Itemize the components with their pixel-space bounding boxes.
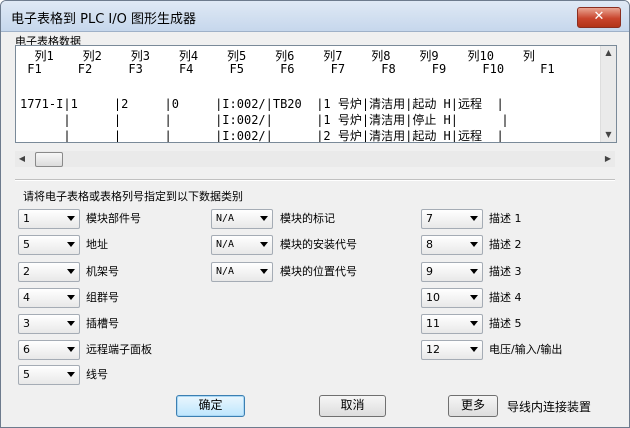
chevron-down-icon [470,242,478,247]
module-tag-label: 模块的标记 [280,212,335,225]
select-value: 5 [23,368,30,381]
select-value: 4 [23,291,30,304]
close-icon: ✕ [593,9,605,24]
spreadsheet-data-box[interactable]: 列1 列2 列3 列4 列5 列6 列7 列8 列9 列10 列 F1 F2 F… [15,45,617,143]
select-value: 6 [23,343,30,356]
description-2-label: 描述 2 [489,238,522,251]
remote-terminal-panel-select[interactable]: 6 [18,340,80,360]
chevron-down-icon [470,295,478,300]
select-value: 1 [23,212,30,225]
select-value: 11 [426,317,440,330]
description-1-select[interactable]: 7 [421,209,483,229]
slot-number-select[interactable]: 3 [18,314,80,334]
module-location-code-select[interactable]: N/A [211,262,273,282]
group-number-select[interactable]: 4 [18,288,80,308]
window-title: 电子表格到 PLC I/O 图形生成器 [11,12,197,27]
chevron-down-icon [470,216,478,221]
select-value: 12 [426,343,440,356]
scroll-right-icon[interactable]: ▶ [601,151,615,167]
ok-button[interactable]: 确定 [176,395,245,417]
module-install-code-select[interactable]: N/A [211,235,273,255]
wire-number-select[interactable]: 5 [18,365,80,385]
footer-label: 导线内连接装置 [507,400,592,414]
chevron-down-icon [67,295,75,300]
description-2-select[interactable]: 8 [421,235,483,255]
select-value: N/A [216,266,235,277]
cancel-button[interactable]: 取消 [319,395,386,417]
address-label: 地址 [86,238,108,251]
module-part-number-label: 模块部件号 [86,212,141,225]
description-3-label: 描述 3 [489,265,522,278]
chevron-down-icon [470,321,478,326]
chevron-down-icon [67,242,75,247]
group-number-label: 组群号 [86,291,119,304]
select-value: N/A [216,213,235,224]
rack-number-select[interactable]: 2 [18,262,80,282]
module-location-code-label: 模块的位置代号 [280,265,357,278]
chevron-down-icon [470,347,478,352]
description-4-label: 描述 4 [489,291,522,304]
scroll-down-icon[interactable]: ▼ [601,128,616,142]
more-button[interactable]: 更多 [448,395,498,417]
address-select[interactable]: 5 [18,235,80,255]
description-1-label: 描述 1 [489,212,522,225]
remote-terminal-panel-label: 远程端子面板 [86,343,152,356]
slot-number-label: 插槽号 [86,317,119,330]
title-bar[interactable]: 电子表格到 PLC I/O 图形生成器 ✕ [1,1,629,32]
scroll-up-icon[interactable]: ▲ [601,46,616,60]
close-button[interactable]: ✕ [577,7,621,28]
select-value: N/A [216,239,235,250]
chevron-down-icon [260,269,268,274]
chevron-down-icon [260,216,268,221]
description-5-label: 描述 5 [489,317,522,330]
grid-line: 1771-I|1 |2 |0 |I:002/|TB20 |1 号炉|清洁用|起动… [20,97,504,111]
description-3-select[interactable]: 9 [421,262,483,282]
description-4-select[interactable]: 10 [421,288,483,308]
chevron-down-icon [67,216,75,221]
grid-line: F1 F2 F3 F4 F5 F6 F7 F8 F9 F10 F1 [20,62,555,76]
grid-line: | | | |I:002/| |2 号炉|清洁用|起动 H|远程 | [20,129,504,143]
select-value: 10 [426,291,440,304]
grid-line: | | | |I:002/| |1 号炉|清洁用|停止 H| | [20,113,509,127]
chevron-down-icon [67,269,75,274]
module-part-number-select[interactable]: 1 [18,209,80,229]
chevron-down-icon [67,347,75,352]
select-value: 5 [23,238,30,251]
select-value: 8 [426,238,433,251]
select-value: 7 [426,212,433,225]
select-value: 9 [426,265,433,278]
voltage-io-select[interactable]: 12 [421,340,483,360]
chevron-down-icon [260,242,268,247]
horizontal-scroll-thumb[interactable] [35,152,63,167]
dialog-window: 电子表格到 PLC I/O 图形生成器 ✕ 电子表格数据 列1 列2 列3 列4… [0,0,630,428]
vertical-scrollbar[interactable]: ▲ ▼ [600,46,616,142]
separator [15,179,615,181]
description-5-select[interactable]: 11 [421,314,483,334]
module-tag-select[interactable]: N/A [211,209,273,229]
chevron-down-icon [67,372,75,377]
section-label: 请将电子表格或表格列号指定到以下数据类别 [21,188,245,204]
voltage-io-label: 电压/输入/输出 [489,343,563,356]
chevron-down-icon [470,269,478,274]
chevron-down-icon [67,321,75,326]
wire-number-label: 线号 [86,368,108,381]
horizontal-scrollbar[interactable]: ◀ ▶ [15,151,615,167]
scroll-left-icon[interactable]: ◀ [15,151,29,167]
select-value: 3 [23,317,30,330]
rack-number-label: 机架号 [86,265,119,278]
module-install-code-label: 模块的安装代号 [280,238,357,251]
select-value: 2 [23,265,30,278]
